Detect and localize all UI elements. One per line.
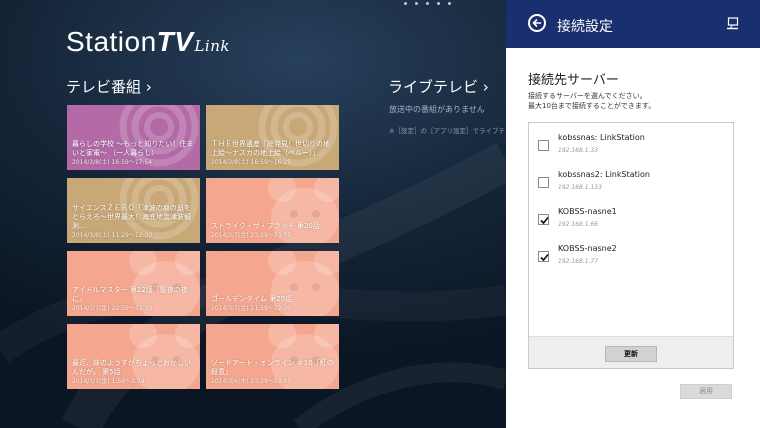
server-name: KOBSS-nasne2 xyxy=(558,244,617,253)
more-dots[interactable] xyxy=(404,2,451,5)
tile-title: アイドルマスター 第22話「聖夜の夜に」 xyxy=(72,286,188,303)
app-logo: StationTVLink xyxy=(66,26,230,58)
back-button[interactable] xyxy=(528,14,546,32)
tile-date: 2014/3/6(木) 23:29～23:59 xyxy=(211,378,292,385)
flyout-title: 接続設定 xyxy=(557,19,613,35)
tile-text: サイエンスＺＥＲＯ「津波の痕の迫をとらえろ～世界最大！海底地震津波観測… 2014… xyxy=(72,204,196,240)
server-checkbox[interactable] xyxy=(538,140,549,151)
server-checkbox[interactable] xyxy=(538,251,549,262)
flyout-header: 接続設定 xyxy=(506,0,760,48)
tile-title: 最近、妹のようすがちょっとおかしいんだが。 第5話 xyxy=(72,359,191,376)
server-row[interactable]: KOBSS-nasne1 192.168.1.66 xyxy=(529,205,733,235)
server-list-footer: 更新 xyxy=(529,336,733,368)
program-tile[interactable]: 最近、妹のようすがちょっとおかしいんだが。 第5話 2014/3/7(金) 1:5… xyxy=(67,324,200,389)
tile-date: 2014/3/8(土) 16:59～16:29 xyxy=(211,159,292,166)
server-row[interactable]: kobssnas: LinkStation 192.168.1.33 xyxy=(529,131,733,161)
server-name: kobssnas: LinkStation xyxy=(558,133,645,142)
program-tile[interactable]: ＴＨＥ世界遺産「総発見！世切りの地上絵～ナスカの地上絵（ペルー）」 2014/3/… xyxy=(206,105,339,170)
program-tile[interactable]: ソードアート・オンライン ＃10「紅の殺意」 2014/3/6(木) 23:29～… xyxy=(206,324,339,389)
logo-station: Station xyxy=(66,26,157,57)
server-section-title: 接続先サーバー xyxy=(528,73,619,88)
tile-date: 2014/3/8(土) 16:59～17:54 xyxy=(72,159,153,166)
program-tile[interactable]: 暮らしの学校 ～もっと知りたい！住まいと家電～ （一人暮らし） 2014/3/8(… xyxy=(67,105,200,170)
tv-programs-heading[interactable]: テレビ番組 › xyxy=(66,76,152,97)
tile-title: ＴＨＥ世界遺産「総発見！世切りの地上絵～ナスカの地上絵（ペルー）」 xyxy=(211,140,330,157)
checkmark-icon xyxy=(540,216,549,225)
tile-text: ＴＨＥ世界遺産「総発見！世切りの地上絵～ナスカの地上絵（ペルー）」 2014/3/… xyxy=(211,140,335,167)
app-icon xyxy=(727,17,739,30)
server-row[interactable]: kobssnas2: LinkStation 192.168.1.133 xyxy=(529,168,733,198)
logo-tv: TV xyxy=(156,26,194,57)
server-ip: 192.168.1.66 xyxy=(558,221,599,228)
live-tv-heading[interactable]: ライブテレビ › xyxy=(388,76,489,97)
server-name: kobssnas2: LinkStation xyxy=(558,170,650,179)
tile-date: 2014/3/7(金) 21:59～22:30 xyxy=(211,305,292,312)
server-desc-line1: 接続するサーバーを選んでください。 xyxy=(528,92,647,100)
program-tile[interactable]: アイドルマスター 第22話「聖夜の夜に」 2014/3/7(金) 22:59～23… xyxy=(67,251,200,316)
server-name: KOBSS-nasne1 xyxy=(558,207,617,216)
server-ip: 192.168.1.133 xyxy=(558,184,602,191)
server-checkbox[interactable] xyxy=(538,177,549,188)
tile-date: 2014/3/7(金) 23:29～23:59 xyxy=(211,232,292,239)
program-tile[interactable]: サイエンスＺＥＲＯ「津波の痕の迫をとらえろ～世界最大！海底地震津波観測… 2014… xyxy=(67,178,200,243)
program-grid: 暮らしの学校 ～もっと知りたい！住まいと家電～ （一人暮らし） 2014/3/8(… xyxy=(67,105,339,389)
tile-text: 最近、妹のようすがちょっとおかしいんだが。 第5話 2014/3/7(金) 1:5… xyxy=(72,359,196,386)
logo-link: Link xyxy=(194,37,230,55)
tile-text: ソードアート・オンライン ＃10「紅の殺意」 2014/3/6(木) 23:29～… xyxy=(211,359,335,386)
apply-button[interactable]: 適用 xyxy=(680,384,732,399)
server-ip: 192.168.1.77 xyxy=(558,258,599,265)
tile-date: 2014/3/8(土) 11:29～12:00 xyxy=(72,232,153,239)
server-checkbox[interactable] xyxy=(538,214,549,225)
program-tile[interactable]: ゴールデンタイム 第20話 2014/3/7(金) 21:59～22:30 xyxy=(206,251,339,316)
tile-date: 2014/3/7(金) 1:59～2:29 xyxy=(72,378,145,385)
tile-title: ソードアート・オンライン ＃10「紅の殺意」 xyxy=(211,359,334,376)
tile-title: 暮らしの学校 ～もっと知りたい！住まいと家電～ （一人暮らし） xyxy=(72,140,194,157)
refresh-button[interactable]: 更新 xyxy=(605,346,657,362)
tile-text: ゴールデンタイム 第20話 2014/3/7(金) 21:59～22:30 xyxy=(211,295,335,313)
program-tile[interactable]: ストライク・ザ・ブラッド 第20話 2014/3/7(金) 23:29～23:59 xyxy=(206,178,339,243)
tile-text: 暮らしの学校 ～もっと知りたい！住まいと家電～ （一人暮らし） 2014/3/8(… xyxy=(72,140,196,167)
back-arrow-icon xyxy=(532,19,542,27)
live-tv-hint: ※［設定］の［アプリ設定］でライブテレビ xyxy=(389,127,506,135)
checkmark-icon xyxy=(540,253,549,262)
settings-flyout: 接続設定 接続先サーバー 接続するサーバーを選んでください。 最大10台まで接続… xyxy=(506,0,760,428)
tile-text: アイドルマスター 第22話「聖夜の夜に」 2014/3/7(金) 22:59～23… xyxy=(72,286,196,313)
server-row[interactable]: KOBSS-nasne2 192.168.1.77 xyxy=(529,242,733,272)
tile-text: ストライク・ザ・ブラッド 第20話 2014/3/7(金) 23:29～23:59 xyxy=(211,222,335,240)
server-ip: 192.168.1.33 xyxy=(558,147,599,154)
server-list: kobssnas: LinkStation 192.168.1.33 kobssna… xyxy=(528,122,734,369)
main-app: StationTVLink テレビ番組 › ライブテレビ › 放送中の番組があり… xyxy=(0,0,506,428)
tile-title: ゴールデンタイム 第20話 xyxy=(211,295,292,303)
tile-title: サイエンスＺＥＲＯ「津波の痕の迫をとらえろ～世界最大！海底地震津波観測… xyxy=(72,204,191,230)
tile-title: ストライク・ザ・ブラッド 第20話 xyxy=(211,222,320,230)
live-tv-message: 放送中の番組がありません xyxy=(389,105,485,114)
tile-date: 2014/3/7(金) 22:59～23:30 xyxy=(72,305,153,312)
server-desc-line2: 最大10台まで接続することができます。 xyxy=(528,102,656,110)
